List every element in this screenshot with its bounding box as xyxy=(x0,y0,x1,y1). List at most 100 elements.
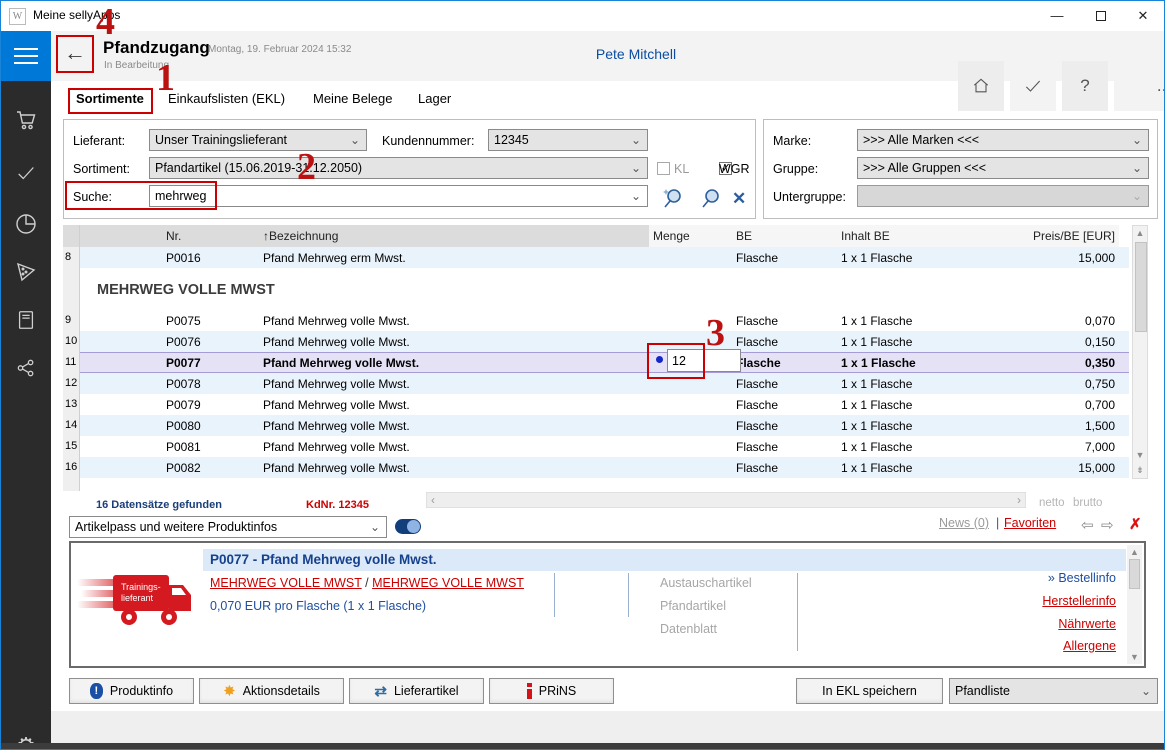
col-menge[interactable]: Menge xyxy=(649,225,732,247)
catalog-icon[interactable] xyxy=(1,303,51,337)
scroll-down-icon[interactable]: ▼ xyxy=(1127,652,1142,662)
prins-button[interactable]: PRiNS xyxy=(489,678,614,704)
user-name[interactable]: Pete Mitchell xyxy=(561,46,711,62)
panel-scrollbar[interactable]: ▲ ▼ xyxy=(1127,545,1142,664)
annotation-box-suche xyxy=(65,181,217,210)
pizza-icon[interactable] xyxy=(1,255,51,289)
home-icon[interactable] xyxy=(958,61,1004,111)
confirm-icon[interactable] xyxy=(1010,61,1056,111)
aktionsdetails-button[interactable]: ✸ Aktionsdetails xyxy=(199,678,344,704)
next-arrow-icon[interactable]: ⇨ xyxy=(1101,516,1114,534)
news-link[interactable]: News (0) xyxy=(939,516,989,530)
sortiment-select[interactable]: Pfandartikel (15.06.2019-31.12.2050)⌄ xyxy=(149,157,648,179)
scroll-end-icon[interactable]: ⇟ xyxy=(1133,465,1147,476)
pfandartikel-label[interactable]: Pfandartikel xyxy=(660,599,726,613)
brutto-label[interactable]: brutto xyxy=(1073,497,1102,509)
close-panel-icon[interactable]: ✗ xyxy=(1129,515,1142,533)
untergruppe-label: Untergruppe: xyxy=(773,190,846,204)
prev-arrow-icon[interactable]: ⇦ xyxy=(1081,516,1094,534)
infopanel-selector-value: Artikelpass und weitere Produktinfos xyxy=(75,520,277,534)
naehrwerte-link[interactable]: Nährwerte xyxy=(1058,617,1116,631)
table-row-empty xyxy=(63,478,1129,491)
col-bezeichnung[interactable]: ↑Bezeichnung xyxy=(259,225,649,247)
table-row[interactable]: 14 P0080 Pfand Mehrweg volle Mwst. Flasc… xyxy=(63,415,1129,436)
col-preis[interactable]: Preis/BE [EUR] xyxy=(1027,225,1119,247)
more-options-icon[interactable]: ... xyxy=(1114,61,1165,111)
netto-label[interactable]: netto xyxy=(1039,497,1065,509)
clear-search-icon[interactable]: ✕ xyxy=(732,189,746,209)
table-row[interactable]: 10 P0076 Pfand Mehrweg volle Mwst. Flasc… xyxy=(63,331,1129,352)
produktinfo-button[interactable]: ! Produktinfo xyxy=(69,678,194,704)
warengruppe-link-1[interactable]: MEHRWEG VOLLE MWST xyxy=(210,576,362,590)
col-nr[interactable]: Nr. xyxy=(161,225,259,247)
tab-lager[interactable]: Lager xyxy=(418,91,451,106)
help-icon[interactable]: ? xyxy=(1062,61,1108,111)
group-header-label: MEHRWEG VOLLE MWST xyxy=(97,282,275,298)
bestellinfo-link[interactable]: » Bestellinfo xyxy=(1048,571,1116,585)
supplier-logo: Trainings- lieferant xyxy=(77,571,202,634)
austauschartikel-label[interactable]: Austauschartikel xyxy=(660,576,752,590)
favorites-link[interactable]: Favoriten xyxy=(1004,516,1056,530)
table-row[interactable]: 15 P0081 Pfand Mehrweg volle Mwst. Flasc… xyxy=(63,436,1129,457)
table-row[interactable]: 12 P0078 Pfand Mehrweg volle Mwst. Flasc… xyxy=(63,373,1129,394)
menu-icon[interactable] xyxy=(1,31,51,81)
share-icon[interactable] xyxy=(1,351,51,385)
maximize-button[interactable] xyxy=(1078,1,1124,31)
suche-input[interactable]: mehrweg⌄ xyxy=(149,185,648,207)
scroll-up-icon[interactable]: ▲ xyxy=(1133,228,1147,238)
infopanel-selector[interactable]: Artikelpass und weitere Produktinfos⌄ xyxy=(69,516,387,538)
close-button[interactable]: ✕ xyxy=(1120,1,1165,31)
scrollbar-thumb[interactable] xyxy=(1129,559,1140,589)
sortiment-value: Pfandartikel (15.06.2019-31.12.2050) xyxy=(155,161,362,175)
lieferant-select[interactable]: Unser Trainingslieferant⌄ xyxy=(149,129,367,151)
chevron-down-icon: ⌄ xyxy=(631,186,641,206)
pfandliste-select[interactable]: Pfandliste⌄ xyxy=(949,678,1158,704)
scroll-left-icon[interactable]: ‹ xyxy=(431,493,435,508)
kundennummer-value: 12345 xyxy=(494,133,529,147)
annotation-number-4: 4 xyxy=(96,3,115,41)
chevron-down-icon: ⌄ xyxy=(1132,186,1142,206)
tab-meine-belege[interactable]: Meine Belege xyxy=(313,91,393,106)
minimize-button[interactable]: — xyxy=(1034,1,1080,31)
gruppe-select[interactable]: >>> Alle Gruppen <<<⌄ xyxy=(857,157,1149,179)
col-inhalt-be[interactable]: Inhalt BE xyxy=(837,225,1027,247)
table-row[interactable]: 13 P0079 Pfand Mehrweg volle Mwst. Flasc… xyxy=(63,394,1129,415)
gruppe-value: >>> Alle Gruppen <<< xyxy=(863,161,986,175)
infopanel-toggle[interactable] xyxy=(395,519,421,534)
col-be[interactable]: BE xyxy=(732,225,837,247)
marke-label: Marke: xyxy=(773,134,811,148)
table-scrollbar[interactable]: ▲ ▼ ⇟ xyxy=(1132,225,1148,479)
table-row[interactable]: 8 P0016 Pfand Mehrweg erm Mwst. Flasche … xyxy=(63,247,1129,268)
kundennummer-select[interactable]: 12345⌄ xyxy=(488,129,648,151)
datenblatt-label[interactable]: Datenblatt xyxy=(660,622,717,636)
table-row-selected[interactable]: 11 P0077 Pfand Mehrweg volle Mwst. Flasc… xyxy=(63,352,1129,373)
chevron-down-icon: ⌄ xyxy=(1141,679,1151,703)
check-icon[interactable] xyxy=(1,156,51,190)
table-row[interactable]: 16 P0082 Pfand Mehrweg volle Mwst. Flasc… xyxy=(63,457,1129,478)
logo-text-1: Trainings- xyxy=(121,582,161,592)
app-window: W Meine sellyApps — ✕ ⚙ xyxy=(0,0,1165,750)
herstellerinfo-link[interactable]: Herstellerinfo xyxy=(1042,594,1116,608)
warengruppe-link-2[interactable]: MEHRWEG VOLLE MWST xyxy=(372,576,524,590)
in-ekl-speichern-button[interactable]: In EKL speichern xyxy=(796,678,943,704)
pie-chart-icon[interactable] xyxy=(1,207,51,241)
lieferartikel-button[interactable]: ⇄ Lieferartikel xyxy=(349,678,484,704)
marke-select[interactable]: >>> Alle Marken <<<⌄ xyxy=(857,129,1149,151)
allergene-link[interactable]: Allergene xyxy=(1063,639,1116,653)
tab-einkaufslisten[interactable]: Einkaufslisten (EKL) xyxy=(168,91,285,106)
scroll-down-icon[interactable]: ▼ xyxy=(1133,450,1147,460)
scroll-right-icon[interactable]: › xyxy=(1017,493,1021,508)
cart-icon[interactable] xyxy=(1,103,51,137)
table-row[interactable]: 9 P0075 Pfand Mehrweg volle Mwst. Flasch… xyxy=(63,310,1129,331)
footer-strip xyxy=(51,711,1165,743)
search-new-icon[interactable] xyxy=(661,187,685,214)
gruppe-label: Gruppe: xyxy=(773,162,818,176)
scroll-up-icon[interactable]: ▲ xyxy=(1127,547,1142,557)
logo-text-2: lieferant xyxy=(121,593,154,603)
search-icon[interactable] xyxy=(699,187,723,214)
scrollbar-thumb[interactable] xyxy=(1135,242,1147,332)
horizontal-scrollbar[interactable]: ‹ › xyxy=(426,492,1026,508)
untergruppe-select[interactable]: ⌄ xyxy=(857,185,1149,207)
sync-arrows-icon: ⇄ xyxy=(374,682,387,700)
kl-checkbox[interactable] xyxy=(657,162,670,175)
